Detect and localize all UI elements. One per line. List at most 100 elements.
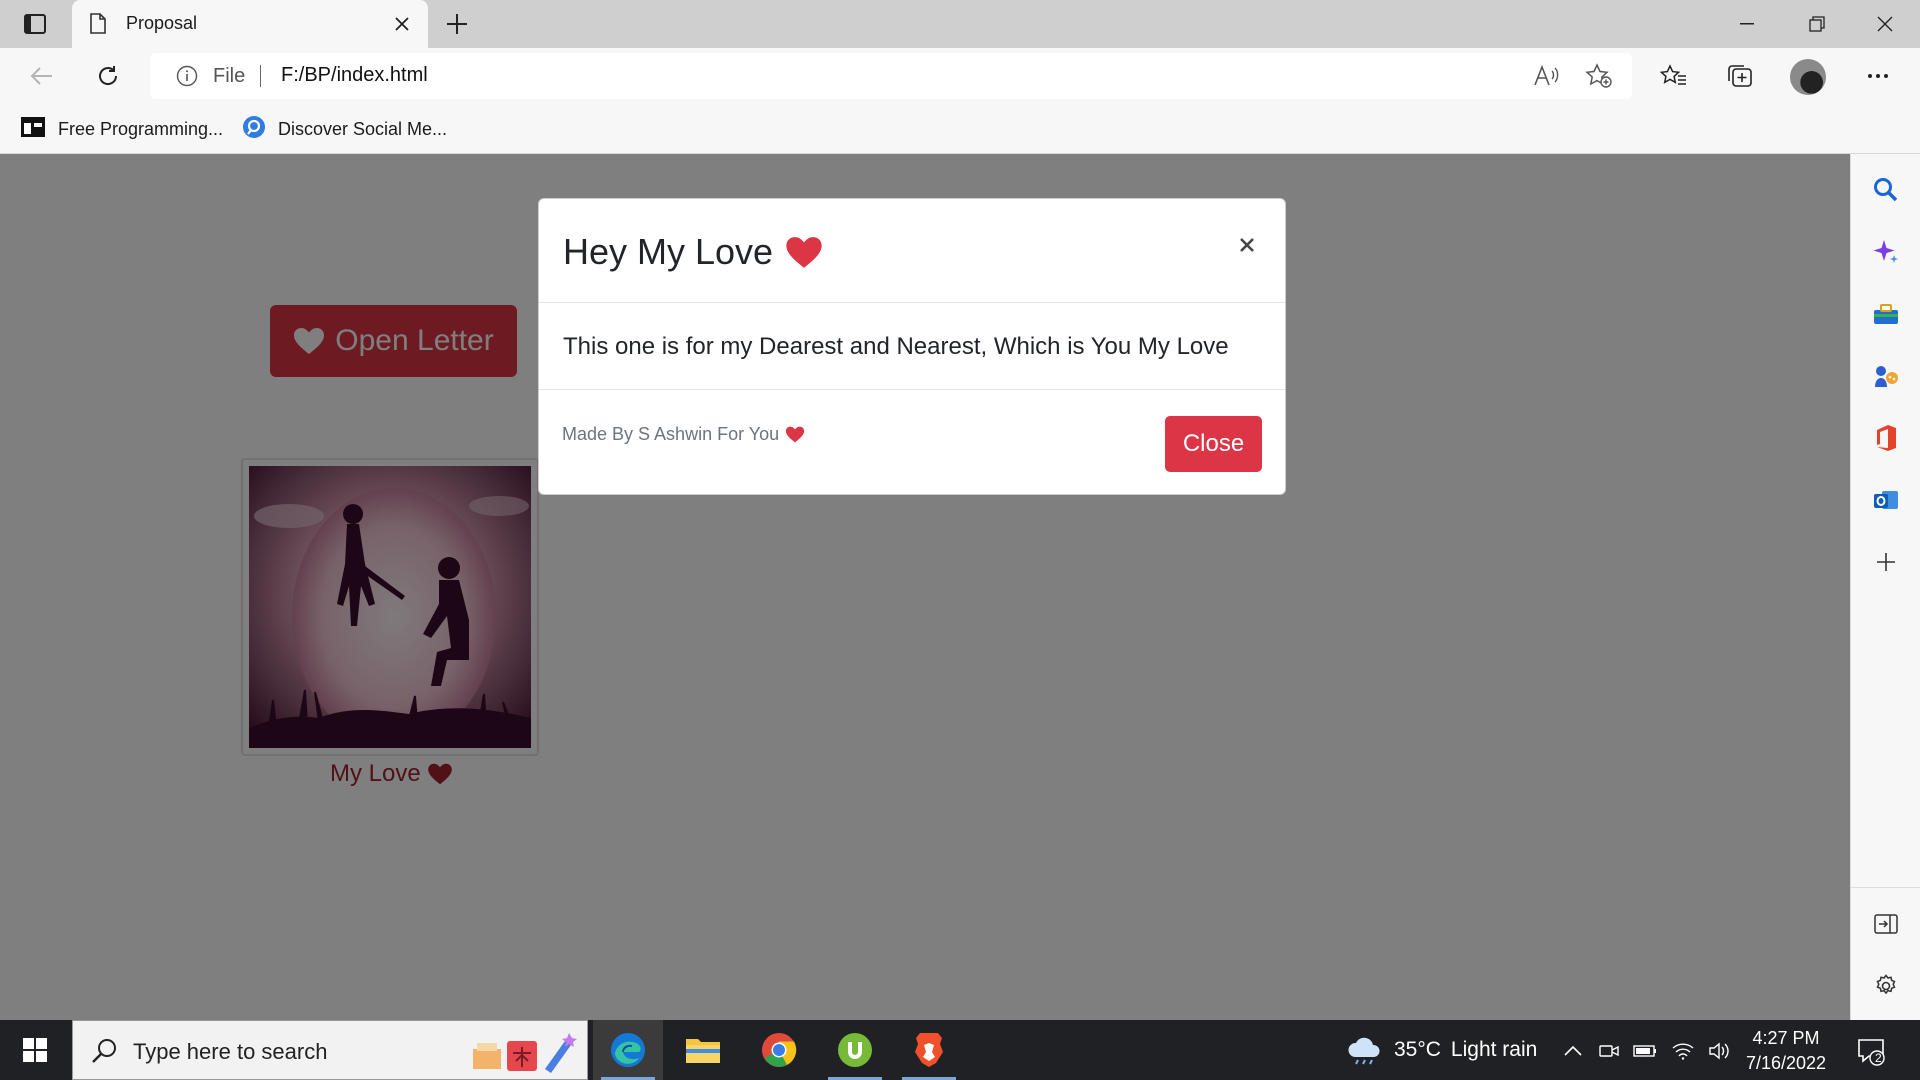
plus-icon (447, 14, 467, 34)
plus-icon (1877, 553, 1895, 571)
sidebar-search-button[interactable] (1868, 172, 1904, 208)
taskbar-search-box[interactable]: Type here to search (72, 1020, 588, 1080)
new-tab-button[interactable] (440, 8, 474, 40)
close-window-button[interactable] (1850, 0, 1920, 48)
games-icon (1875, 366, 1898, 387)
refresh-icon (99, 66, 118, 85)
tab-title: Proposal (126, 13, 198, 33)
search-highlight-icon (471, 1029, 581, 1078)
tab-actions-button[interactable] (14, 9, 56, 39)
wifi-icon[interactable] (1670, 1038, 1696, 1064)
bookmark-label: Free Programming... (58, 118, 224, 139)
tab-actions-icon (24, 14, 46, 34)
add-favorite-icon[interactable] (1583, 61, 1615, 91)
modal-close-button[interactable]: Close (1165, 416, 1262, 472)
clock-time: 4:27 PM (1752, 1028, 1820, 1048)
taskbar-file-explorer[interactable] (668, 1020, 738, 1080)
weather-temp: 35°C (1394, 1038, 1441, 1061)
search-icon (1874, 178, 1898, 202)
notification-icon (1858, 1039, 1885, 1066)
social-site-icon (242, 115, 266, 144)
cloud-rain-icon (1348, 1037, 1380, 1065)
sidebar-office-button[interactable] (1868, 420, 1904, 456)
address-bar[interactable]: File F:/BP/index.html (150, 53, 1632, 99)
close-icon (1877, 16, 1893, 32)
sidebar-add-button[interactable] (1868, 544, 1904, 580)
modal-credit: Made By S Ashwin For You (562, 424, 805, 445)
profile-avatar[interactable] (1790, 59, 1826, 95)
bookmarks-bar: Free Programming... Discover Social Me..… (0, 104, 1920, 154)
chevron-up-icon (1564, 1045, 1582, 1056)
taskbar-brave[interactable] (894, 1020, 964, 1080)
restore-button[interactable] (1782, 0, 1852, 48)
settings-more-button[interactable] (1858, 58, 1898, 94)
toolbox-icon (1874, 304, 1898, 324)
sidebar-settings-button[interactable] (1868, 968, 1904, 1004)
bookmark-free-programming[interactable]: Free Programming... (20, 114, 223, 144)
windows-logo-icon (23, 1038, 47, 1062)
sparkle-icon (1873, 240, 1898, 263)
windows-taskbar: Type here to search 35°C Light rain 4:27… (0, 1020, 1920, 1080)
modal-header: Hey My Love (539, 199, 1285, 303)
favorites-icon (1660, 64, 1686, 85)
system-clock[interactable]: 4:27 PM 7/16/2022 (1736, 1026, 1836, 1076)
sidebar-divider (1851, 887, 1920, 888)
minimize-icon (1740, 23, 1754, 25)
modal-close-x-button[interactable] (1233, 231, 1261, 259)
back-arrow-icon (30, 67, 52, 85)
web-page: Open Letter (0, 154, 1850, 1020)
folder-icon (686, 1039, 720, 1063)
meet-now-icon[interactable] (1596, 1038, 1622, 1064)
heart-icon (786, 426, 805, 443)
battery-icon[interactable] (1632, 1038, 1658, 1064)
edge-sidebar (1850, 154, 1920, 1020)
search-icon (91, 1037, 119, 1070)
restore-icon (1809, 16, 1825, 32)
close-tab-icon[interactable] (388, 10, 416, 38)
close-icon (1240, 238, 1254, 252)
weather-widget[interactable]: 35°C Light rain (1346, 1034, 1537, 1066)
browser-toolbar: File F:/BP/index.html (0, 48, 1920, 104)
sidebar-outlook-button[interactable] (1868, 482, 1904, 518)
sidebar-games-button[interactable] (1868, 358, 1904, 394)
read-aloud-icon[interactable] (1530, 61, 1562, 91)
brave-icon (915, 1033, 943, 1067)
bookmark-discover-social[interactable]: Discover Social Me... (242, 114, 447, 144)
heart-icon (786, 236, 822, 268)
tab-bar: Proposal (0, 0, 1920, 48)
modal-title: Hey My Love (563, 231, 823, 273)
tab-proposal[interactable]: Proposal (72, 0, 428, 48)
chrome-icon (762, 1033, 797, 1067)
more-icon (1868, 74, 1888, 78)
show-hidden-icons-button[interactable] (1560, 1038, 1586, 1064)
minimize-button[interactable] (1712, 0, 1782, 48)
taskbar-utorrent[interactable] (820, 1020, 890, 1080)
sidebar-hide-button[interactable] (1868, 906, 1904, 942)
utorrent-icon (838, 1033, 872, 1067)
notification-count: 2 (1875, 1051, 1882, 1065)
favorites-button[interactable] (1654, 58, 1694, 94)
taskbar-edge[interactable] (593, 1020, 663, 1080)
notification-center-button[interactable]: 2 (1852, 1032, 1892, 1072)
modal-footer: Made By S Ashwin For You Close (539, 389, 1285, 496)
bookmark-site-icon (20, 116, 46, 143)
scheme-label: File (213, 65, 246, 87)
collections-button[interactable] (1720, 58, 1760, 94)
info-icon[interactable] (176, 65, 198, 92)
refresh-button[interactable] (88, 58, 128, 94)
hide-sidebar-icon (1874, 914, 1898, 934)
page-icon (90, 13, 106, 39)
edge-icon (611, 1033, 645, 1067)
back-button[interactable] (22, 58, 62, 94)
start-button[interactable] (0, 1020, 70, 1080)
url-text[interactable]: F:/BP/index.html (281, 64, 428, 87)
taskbar-chrome[interactable] (744, 1020, 814, 1080)
sidebar-discover-button[interactable] (1868, 234, 1904, 270)
address-separator (260, 65, 261, 87)
volume-icon[interactable] (1706, 1038, 1732, 1064)
gear-icon (1876, 974, 1896, 995)
modal-credit-text: Made By S Ashwin For You (562, 424, 780, 444)
sidebar-tools-button[interactable] (1868, 296, 1904, 332)
modal-title-text: Hey My Love (563, 231, 774, 272)
office-icon (1877, 425, 1896, 451)
